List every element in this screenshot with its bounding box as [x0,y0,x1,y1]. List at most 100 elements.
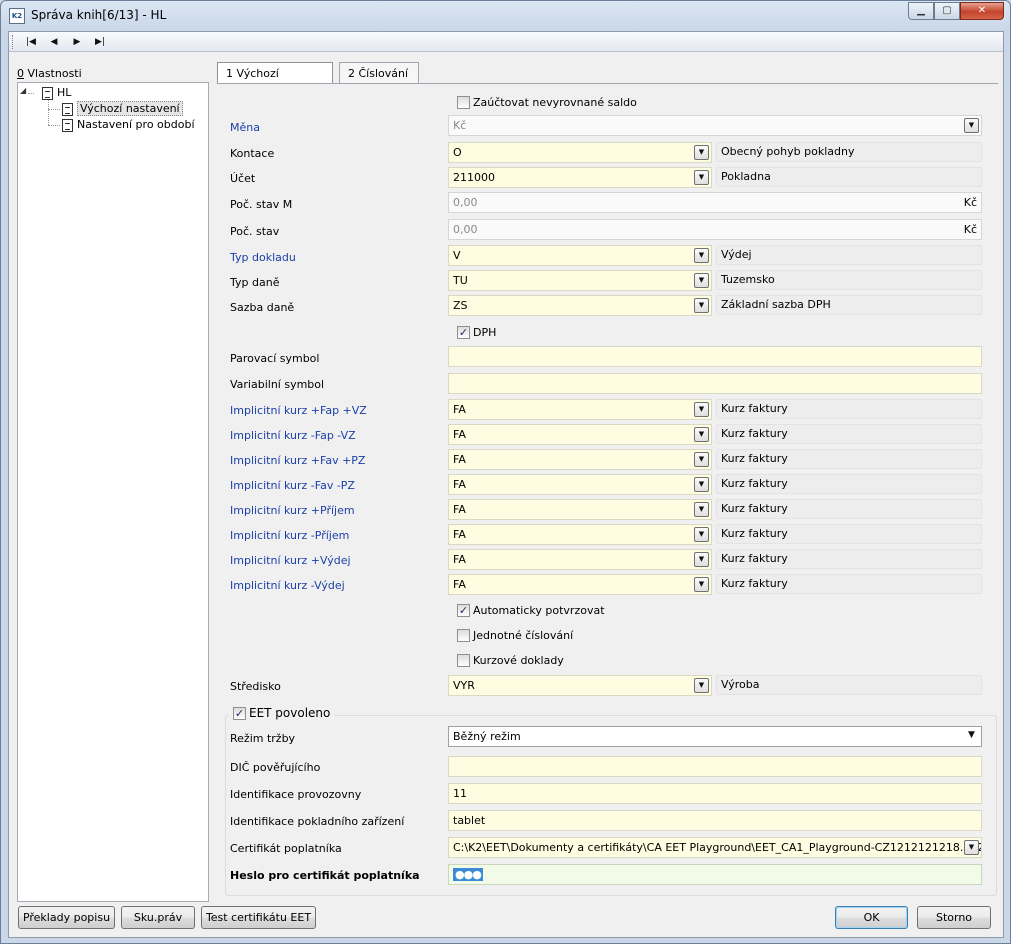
typ-dokladu-select[interactable]: V ▼ [448,245,712,266]
jednotne-cislovani-checkbox[interactable]: Jednotné číslování [457,629,573,642]
first-record-button[interactable]: |◀ [21,34,41,50]
ok-button[interactable]: OK [835,906,908,929]
sazba-dane-select[interactable]: ZS ▼ [448,295,712,316]
eet-enabled-checkbox[interactable]: ✓ EET povoleno [229,706,335,720]
kurz-description: Kurz faktury [716,424,982,444]
dph-checkbox[interactable]: ✓ DPH [457,326,496,339]
dic-poverujiciho-input[interactable] [448,756,982,777]
kurz-select[interactable]: FA ▼ [448,549,712,570]
identifikace-provozovny-label: Identifikace provozovny [230,788,362,801]
properties-label-text: Vlastnosti [24,67,82,80]
chevron-down-icon[interactable]: ▼ [694,527,709,542]
chevron-down-icon[interactable]: ▼ [694,477,709,492]
next-record-button[interactable]: ▶ [67,34,87,50]
poc-stav-m-label: Poč. stav M [230,198,293,211]
heslo-certifikat-input[interactable]: ●●● [448,864,982,885]
typ-dane-select[interactable]: TU ▼ [448,270,712,291]
kurz-select[interactable]: FA ▼ [448,449,712,470]
tab-cislovani[interactable]: 2 Číslování [339,62,419,84]
checkbox-box [457,654,470,667]
sku-prav-button[interactable]: Sku.práv [121,906,195,929]
tree-item-label: HL [57,86,72,99]
properties-tree: ◢ HL Výchozí nastavení Nastavení pro obd… [17,82,209,902]
maximize-button[interactable]: ▢ [934,2,960,20]
kontace-value: O [453,146,462,159]
zauctovat-checkbox[interactable]: Zaúčtovat nevyrovnané saldo [457,96,637,109]
title-bar[interactable]: K2 Správa knih[6/13] - HL ▁ ▢ ✕ [1,1,1010,31]
chevron-down-icon[interactable]: ▼ [964,840,979,855]
chevron-down-icon[interactable]: ▼ [694,452,709,467]
poc-stav-m-value: 0,00 [453,196,478,209]
kurz-select[interactable]: FA ▼ [448,499,712,520]
poc-stav-field[interactable]: 0,00 Kč [448,219,982,240]
kurz-value: FA [453,528,466,541]
storno-button[interactable]: Storno [917,906,991,929]
toolbar-grip[interactable] [12,35,15,49]
kurz-description: Kurz faktury [716,449,982,469]
preklady-popisu-button[interactable]: Překlady popisu [18,906,115,929]
checkmark-icon: ✓ [457,326,470,339]
kurz-label: Implicitní kurz -Fav -PZ [230,479,355,492]
variabilni-symbol-input[interactable] [448,373,982,394]
tree-item-vychozi-nastaveni[interactable]: Výchozí nastavení [62,101,183,116]
rezim-trzby-select[interactable]: Běžný režim ▼ [448,726,982,747]
sazba-dane-value: ZS [453,299,468,312]
chevron-down-icon[interactable]: ▼ [964,118,979,133]
chevron-down-icon[interactable]: ▼ [694,552,709,567]
chevron-down-icon[interactable]: ▼ [694,427,709,442]
chevron-down-icon[interactable]: ▼ [694,273,709,288]
parovaci-label: Parovací symbol [230,352,320,365]
tree-item-nastaveni-pro-obdobi[interactable]: Nastavení pro období [62,118,195,132]
mena-select[interactable]: Kč ▼ [448,115,982,136]
chevron-down-icon[interactable]: ▼ [694,577,709,592]
kurz-select[interactable]: FA ▼ [448,524,712,545]
chevron-down-icon[interactable]: ▼ [694,145,709,160]
sazba-dane-description: Základní sazba DPH [716,295,982,315]
tree-item-hl[interactable]: HL [42,86,71,100]
stredisko-select[interactable]: VYR ▼ [448,675,712,696]
checkbox-box [457,96,470,109]
tab-label: 2 Číslování [348,67,409,80]
kurz-select[interactable]: FA ▼ [448,399,712,420]
chevron-down-icon[interactable]: ▼ [694,502,709,517]
chevron-down-icon[interactable]: ▼ [694,298,709,313]
chevron-down-icon[interactable]: ▼ [694,170,709,185]
kurz-select[interactable]: FA ▼ [448,424,712,445]
ucet-select[interactable]: 211000 ▼ [448,167,712,188]
typ-dokladu-label: Typ dokladu [230,251,296,264]
jednotne-cislovani-label: Jednotné číslování [473,629,574,642]
identifikace-provozovny-input[interactable]: 11 [448,783,982,804]
chevron-down-icon[interactable]: ▼ [694,402,709,417]
automaticky-potvrzovat-checkbox[interactable]: ✓ Automaticky potvrzovat [457,604,605,617]
minimize-button[interactable]: ▁ [908,2,934,20]
test-certifikatu-button[interactable]: Test certifikátu EET [201,906,316,929]
ucet-label: Účet [230,172,256,185]
kurz-description: Kurz faktury [716,499,982,519]
checkbox-box [457,629,470,642]
typ-dokladu-value: V [453,249,461,262]
kurz-description: Kurz faktury [716,549,982,569]
kurz-label: Implicitní kurz -Výdej [230,579,345,592]
parovaci-symbol-input[interactable] [448,346,982,367]
properties-label: 0 Vlastnosti [17,67,82,80]
typ-dokladu-description: Výdej [716,245,982,265]
previous-record-button[interactable]: ◀ [44,34,64,50]
ucet-value: 211000 [453,171,495,184]
certifikat-select[interactable]: C:\K2\EET\Dokumenty a certifikáty\CA EET… [448,837,982,858]
kurz-label: Implicitní kurz -Fap -VZ [230,429,356,442]
poc-stav-m-field[interactable]: 0,00 Kč [448,192,982,213]
tab-vychozi-nastaveni[interactable]: 1 Výchozí nastavení [217,62,333,100]
kurzove-doklady-checkbox[interactable]: Kurzové doklady [457,654,564,667]
last-record-button[interactable]: ▶| [90,34,110,50]
close-button[interactable]: ✕ [960,2,1004,20]
kurz-select[interactable]: FA ▼ [448,474,712,495]
chevron-down-icon[interactable]: ▼ [694,248,709,263]
client-area: |◀ ◀ ▶ ▶| 0 Vlastnosti ◢ HL Výchozí nast… [8,31,1004,938]
identifikace-zarizeni-input[interactable]: tablet [448,810,982,831]
chevron-down-icon[interactable]: ▼ [964,729,979,744]
kontace-select[interactable]: O ▼ [448,142,712,163]
kurz-select[interactable]: FA ▼ [448,574,712,595]
tree-expand-icon[interactable]: ◢ [20,86,26,95]
kurz-description: Kurz faktury [716,474,982,494]
chevron-down-icon[interactable]: ▼ [694,678,709,693]
